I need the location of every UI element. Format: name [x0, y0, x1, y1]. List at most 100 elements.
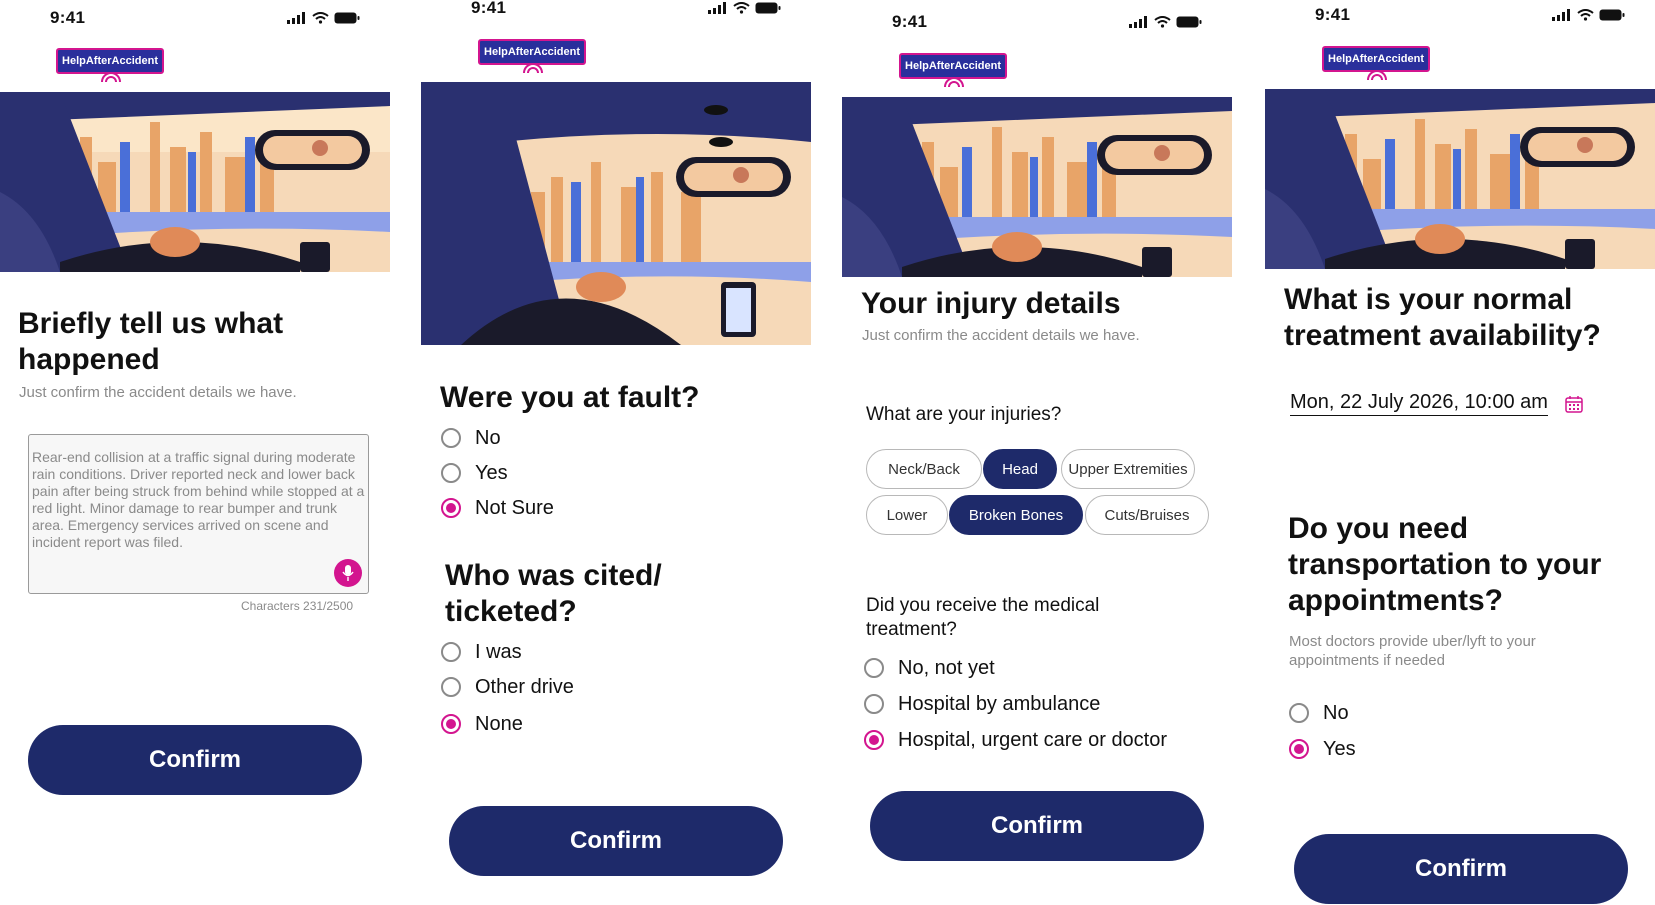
signal-icon	[1129, 16, 1147, 28]
treatment-option-doctor[interactable]: Hospital, urgent care or doctor	[864, 726, 1167, 754]
status-bar: 9:41	[0, 8, 390, 32]
transport-option-yes[interactable]: Yes	[1289, 735, 1356, 763]
wifi-icon	[1577, 9, 1594, 21]
logo-rings-icon	[944, 77, 964, 87]
signal-icon	[1552, 9, 1570, 21]
radio-button[interactable]	[441, 463, 461, 483]
hero-illustration	[842, 97, 1232, 277]
microphone-button[interactable]	[334, 559, 362, 587]
description-text: Rear-end collision at a traffic signal d…	[32, 449, 365, 550]
status-icons	[287, 12, 360, 24]
battery-icon	[1176, 16, 1202, 28]
page-subtitle: Just confirm the accident details we hav…	[19, 384, 297, 401]
brand-logo: HelpAfterAccident	[1322, 46, 1430, 86]
hero-illustration	[1265, 89, 1655, 269]
injury-chip-cuts-bruises[interactable]: Cuts/Bruises	[1085, 495, 1209, 535]
wifi-icon	[312, 12, 329, 24]
radio-button[interactable]	[864, 694, 884, 714]
signal-icon	[287, 12, 305, 24]
accident-description-field[interactable]: Rear-end collision at a traffic signal d…	[28, 434, 369, 594]
fault-question: Were you at fault?	[440, 381, 700, 414]
injury-chip-head[interactable]: Head	[983, 449, 1057, 489]
confirm-button[interactable]: Confirm	[1294, 834, 1628, 904]
radio-button[interactable]	[441, 677, 461, 697]
option-label: I was	[475, 640, 522, 663]
cited-option-none[interactable]: None	[441, 710, 523, 738]
confirm-button[interactable]: Confirm	[28, 725, 362, 795]
status-icons	[1552, 9, 1625, 21]
screen-describe-accident: 9:41 HelpAfterAccident Briefly tell us w…	[0, 0, 390, 905]
fault-option-no[interactable]: No	[441, 424, 501, 452]
page-subtitle: Just confirm the accident details we hav…	[862, 327, 1140, 344]
option-label: Yes	[1323, 737, 1356, 760]
option-label: None	[475, 712, 523, 735]
calendar-icon[interactable]	[1565, 395, 1583, 413]
fault-option-not-sure[interactable]: Not Sure	[441, 494, 554, 522]
status-icons	[708, 2, 781, 14]
logo-rings-icon	[101, 72, 121, 82]
option-label: Other drive	[475, 675, 574, 698]
confirm-button[interactable]: Confirm	[449, 806, 783, 876]
transport-question: Do you need transportation to your appoi…	[1288, 512, 1602, 617]
transport-note: Most doctors provide uber/lyft to your a…	[1289, 633, 1536, 669]
logo-rings-icon	[523, 63, 543, 73]
radio-button[interactable]	[441, 428, 461, 448]
injury-chip-lower[interactable]: Lower	[866, 495, 948, 535]
cited-question: Who was cited/ ticketed?	[445, 559, 662, 628]
radio-button[interactable]	[1289, 703, 1309, 723]
brand-logo: HelpAfterAccident	[899, 53, 1007, 93]
wifi-icon	[733, 2, 750, 14]
option-label: No	[1323, 701, 1349, 724]
page-title: What is your normal treatment availabili…	[1284, 283, 1601, 352]
radio-button[interactable]	[441, 714, 461, 734]
character-counter: Characters 231/2500	[241, 599, 354, 613]
microphone-icon	[342, 565, 354, 581]
hero-illustration	[0, 92, 390, 272]
status-bar: 9:41	[1265, 5, 1655, 29]
status-time: 9:41	[1315, 5, 1351, 24]
wifi-icon	[1154, 16, 1171, 28]
screen-fault: 9:41 HelpAfterAccident Were you at fault…	[421, 0, 811, 905]
treatment-option-no[interactable]: No, not yet	[864, 654, 995, 682]
option-label: Hospital by ambulance	[898, 692, 1101, 715]
screen-availability: 9:41 HelpAfterAccident What is your norm…	[1265, 0, 1655, 905]
datetime-field[interactable]: Mon, 22 July 2026, 10:00 am	[1290, 391, 1548, 416]
option-label: Yes	[475, 461, 508, 484]
battery-icon	[334, 12, 360, 24]
battery-icon	[1599, 9, 1625, 21]
brand-logo: HelpAfterAccident	[478, 39, 586, 79]
option-label: No, not yet	[898, 656, 995, 679]
battery-icon	[755, 2, 781, 14]
cited-option-other-driver[interactable]: Other drive	[441, 673, 574, 701]
status-bar: 9:41	[842, 12, 1232, 36]
logo-rings-icon	[1367, 70, 1387, 80]
status-bar: 9:41	[421, 0, 811, 22]
confirm-button[interactable]: Confirm	[870, 791, 1204, 861]
page-title: Briefly tell us what happened	[18, 307, 284, 376]
injury-chip-broken-bones[interactable]: Broken Bones	[949, 495, 1083, 535]
status-time: 9:41	[892, 12, 928, 31]
injuries-question: What are your injuries?	[866, 404, 1062, 425]
status-icons	[1129, 16, 1202, 28]
radio-button[interactable]	[1289, 739, 1309, 759]
screen-injury-details: 9:41 HelpAfterAccident Your injury detai…	[842, 0, 1232, 905]
treatment-option-ambulance[interactable]: Hospital by ambulance	[864, 690, 1100, 718]
fault-option-yes[interactable]: Yes	[441, 459, 508, 487]
transport-option-no[interactable]: No	[1289, 699, 1349, 727]
injury-chip-upper-extremities[interactable]: Upper Extremities	[1061, 449, 1195, 489]
radio-button[interactable]	[864, 658, 884, 678]
radio-button[interactable]	[441, 498, 461, 518]
signal-icon	[708, 2, 726, 14]
brand-logo: HelpAfterAccident	[56, 48, 164, 88]
status-time: 9:41	[471, 0, 507, 17]
radio-button[interactable]	[441, 642, 461, 662]
treatment-question: Did you receive the medical treatment?	[866, 595, 1100, 640]
option-label: No	[475, 426, 501, 449]
option-label: Hospital, urgent care or doctor	[898, 728, 1168, 751]
option-label: Not Sure	[475, 496, 554, 519]
hero-illustration	[421, 82, 811, 345]
status-time: 9:41	[50, 8, 86, 27]
radio-button[interactable]	[864, 730, 884, 750]
injury-chip-neck-back[interactable]: Neck/Back	[866, 449, 982, 489]
cited-option-i-was[interactable]: I was	[441, 638, 522, 666]
